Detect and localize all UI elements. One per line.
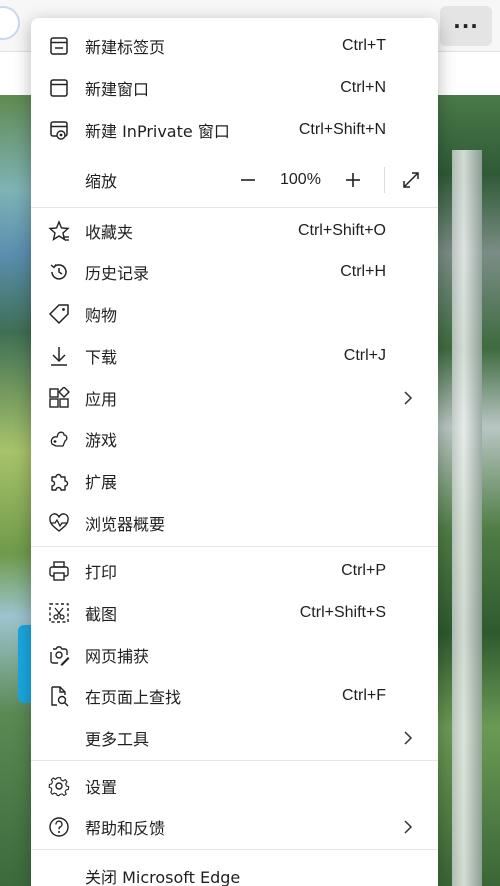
menu-item-shortcut: Ctrl+Shift+N xyxy=(298,121,386,138)
settings-and-more-menu: 新建标签页 Ctrl+T 新建窗口 Ctrl+N 新建 InPrivate 窗口… xyxy=(31,18,438,886)
zoom-separator xyxy=(384,167,385,193)
menu-item-shortcut: Ctrl+N xyxy=(340,79,386,96)
menu-item-close-edge[interactable]: 关闭 Microsoft Edge xyxy=(31,856,438,886)
menu-item-label: 打印 xyxy=(85,563,118,582)
menu-item-label: 游戏 xyxy=(85,431,118,450)
menu-item-games[interactable]: 游戏 xyxy=(31,419,438,459)
web-capture-icon xyxy=(47,643,71,667)
menu-item-label: 浏览器概要 xyxy=(85,515,166,534)
zoom-out-button[interactable] xyxy=(235,167,261,193)
menu-item-shortcut: Ctrl+Shift+S xyxy=(299,604,386,621)
menu-item-screenshot[interactable]: 截图 Ctrl+Shift+S xyxy=(31,593,438,633)
menu-item-shortcut: Ctrl+J xyxy=(343,347,386,364)
profile-avatar[interactable] xyxy=(0,6,20,40)
menu-item-history[interactable]: 历史记录 Ctrl+H xyxy=(31,252,438,292)
menu-item-apps[interactable]: 应用 xyxy=(31,378,438,418)
menu-item-label: 历史记录 xyxy=(85,264,150,283)
help-icon xyxy=(47,815,71,839)
zoom-in-button[interactable] xyxy=(340,167,366,193)
menu-item-shopping[interactable]: 购物 xyxy=(31,294,438,334)
new-tab-icon xyxy=(47,34,71,58)
menu-divider xyxy=(31,546,438,547)
zoom-level: 100% xyxy=(280,171,321,188)
menu-item-new-inprivate-window[interactable]: 新建 InPrivate 窗口 Ctrl+Shift+N xyxy=(31,110,438,150)
menu-item-shortcut: Ctrl+F xyxy=(342,687,386,704)
browser-essentials-icon xyxy=(47,511,71,535)
menu-item-web-capture[interactable]: 网页捕获 xyxy=(31,635,438,675)
history-icon xyxy=(47,260,71,284)
menu-item-print[interactable]: 打印 Ctrl+P xyxy=(31,551,438,591)
fullscreen-button[interactable] xyxy=(398,167,424,193)
menu-item-extensions[interactable]: 扩展 xyxy=(31,461,438,501)
apps-icon xyxy=(47,386,71,410)
menu-item-shortcut: Ctrl+T xyxy=(342,37,386,54)
menu-item-label: 截图 xyxy=(85,605,118,624)
menu-item-settings[interactable]: 设置 xyxy=(31,766,438,806)
menu-item-find-on-page[interactable]: 在页面上查找 Ctrl+F xyxy=(31,676,438,716)
menu-item-label: 收藏夹 xyxy=(85,223,134,242)
games-icon xyxy=(47,427,71,451)
chevron-right-icon xyxy=(400,819,416,835)
menu-item-label: 在页面上查找 xyxy=(85,688,182,707)
find-on-page-icon xyxy=(47,684,71,708)
menu-item-zoom: 缩放 100% xyxy=(31,160,438,200)
download-icon xyxy=(47,344,71,368)
new-window-icon xyxy=(47,76,71,100)
menu-item-label: 网页捕获 xyxy=(85,647,150,666)
chevron-right-icon xyxy=(400,730,416,746)
menu-item-browser-essentials[interactable]: 浏览器概要 xyxy=(31,503,438,543)
extensions-icon xyxy=(47,469,71,493)
menu-divider xyxy=(31,849,438,850)
menu-item-shortcut: Ctrl+P xyxy=(341,562,386,579)
menu-item-shortcut: Ctrl+Shift+O xyxy=(297,222,386,239)
inprivate-icon xyxy=(47,118,71,142)
print-icon xyxy=(47,559,71,583)
menu-item-label: 更多工具 xyxy=(85,730,150,749)
menu-item-new-tab[interactable]: 新建标签页 Ctrl+T xyxy=(31,26,438,66)
menu-item-label: 新建窗口 xyxy=(85,80,150,99)
settings-and-more-button[interactable]: ··· xyxy=(440,6,492,46)
menu-item-label: 购物 xyxy=(85,306,118,325)
menu-item-label: 新建标签页 xyxy=(85,38,166,57)
screenshot-icon xyxy=(47,601,71,625)
menu-item-label: 扩展 xyxy=(85,473,118,492)
menu-divider xyxy=(31,760,438,761)
menu-item-downloads[interactable]: 下载 Ctrl+J xyxy=(31,336,438,376)
chevron-right-icon xyxy=(400,390,416,406)
menu-item-label: 帮助和反馈 xyxy=(85,819,166,838)
menu-item-new-window[interactable]: 新建窗口 Ctrl+N xyxy=(31,68,438,108)
favorites-icon xyxy=(47,219,71,243)
menu-item-label: 设置 xyxy=(85,778,118,797)
menu-item-label: 下载 xyxy=(85,348,118,367)
menu-item-help-and-feedback[interactable]: 帮助和反馈 xyxy=(31,807,438,847)
settings-gear-icon xyxy=(47,774,71,798)
menu-item-label: 应用 xyxy=(85,390,118,409)
menu-item-label: 新建 InPrivate 窗口 xyxy=(85,122,230,141)
menu-divider xyxy=(31,207,438,208)
menu-item-label: 关闭 Microsoft Edge xyxy=(85,868,241,886)
menu-item-more-tools[interactable]: 更多工具 xyxy=(31,718,438,758)
menu-item-favorites[interactable]: 收藏夹 Ctrl+Shift+O xyxy=(31,211,438,251)
menu-item-shortcut: Ctrl+H xyxy=(340,263,386,280)
shopping-tag-icon xyxy=(47,302,71,326)
menu-item-label: 缩放 xyxy=(85,172,118,191)
wallpaper-tree-trunk xyxy=(452,150,482,886)
